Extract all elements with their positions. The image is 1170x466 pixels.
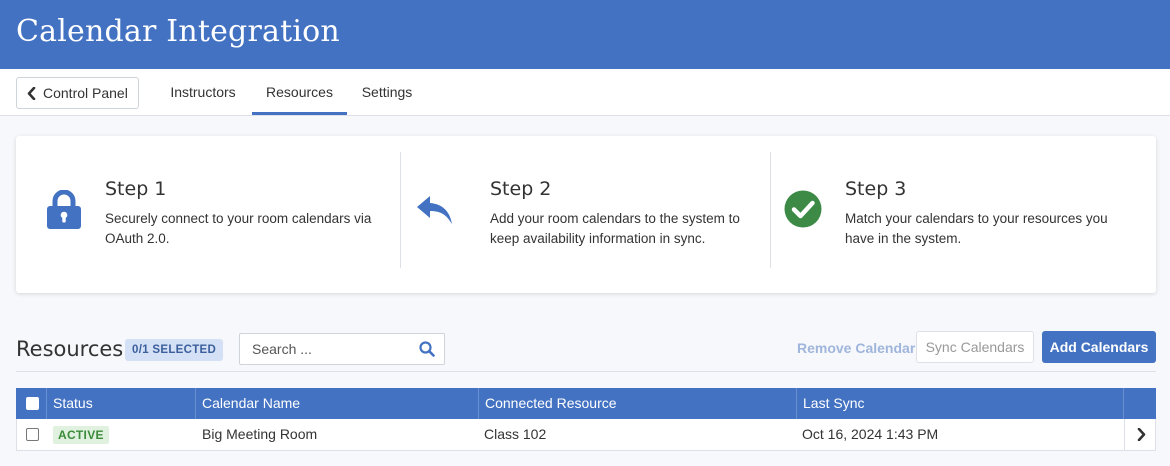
column-header-actions — [1123, 388, 1156, 419]
reply-arrow-icon — [413, 192, 457, 228]
table-header: Status Calendar Name Connected Resource … — [16, 388, 1156, 419]
lock-icon — [44, 189, 84, 231]
search-box — [239, 333, 445, 365]
check-circle-icon — [783, 189, 823, 229]
row-calendar-name: Big Meeting Room — [202, 426, 318, 442]
sync-calendars-button[interactable]: Sync Calendars — [916, 331, 1034, 363]
row-connected-resource: Class 102 — [484, 426, 547, 442]
resources-title: Resources — [16, 337, 124, 361]
column-header-calendar-name[interactable]: Calendar Name — [195, 388, 478, 419]
resources-toolbar: Resources 0/1 SELECTED Remove Calendar S… — [16, 328, 1156, 372]
chevron-right-icon — [1137, 428, 1146, 441]
remove-calendar-button[interactable]: Remove Calendar — [797, 340, 915, 356]
status-badge: ACTIVE — [53, 426, 109, 445]
steps-card: Step 1 Securely connect to your room cal… — [16, 136, 1156, 293]
row-details-button[interactable] — [1124, 419, 1157, 450]
tab-instructors[interactable]: Instructors — [158, 69, 248, 115]
row-checkbox[interactable] — [26, 428, 39, 441]
step-2-description: Add your room calendars to the system to… — [490, 211, 740, 246]
page-title: Calendar Integration — [16, 14, 340, 49]
row-last-sync: Oct 16, 2024 1:43 PM — [802, 426, 939, 442]
table-row[interactable]: ACTIVE Big Meeting Room Class 102 Oct 16… — [16, 419, 1156, 451]
back-button-label: Control Panel — [43, 85, 128, 101]
app-header: Calendar Integration — [0, 0, 1170, 69]
step-3: Step 3 Match your calendars to your reso… — [771, 136, 1156, 293]
row-status-cell: ACTIVE — [47, 419, 197, 450]
add-calendars-button[interactable]: Add Calendars — [1042, 331, 1156, 363]
selected-count-badge: 0/1 SELECTED — [125, 339, 224, 361]
search-icon[interactable] — [419, 341, 435, 357]
column-header-connected-resource[interactable]: Connected Resource — [478, 388, 796, 419]
column-header-status[interactable]: Status — [46, 388, 196, 419]
column-header-last-sync[interactable]: Last Sync — [796, 388, 1123, 419]
search-input[interactable] — [240, 334, 410, 364]
back-to-control-panel-button[interactable]: Control Panel — [16, 77, 139, 109]
step-1: Step 1 Securely connect to your room cal… — [16, 136, 400, 293]
tab-settings[interactable]: Settings — [352, 69, 422, 115]
nav-bar: Control Panel Instructors Resources Sett… — [0, 69, 1170, 116]
select-all-checkbox[interactable] — [26, 397, 39, 410]
step-3-title: Step 3 — [845, 178, 907, 200]
step-1-title: Step 1 — [105, 178, 167, 200]
step-2: Step 2 Add your room calendars to the sy… — [401, 136, 785, 293]
chevron-left-icon — [27, 86, 36, 100]
resources-table: Status Calendar Name Connected Resource … — [16, 388, 1156, 451]
select-all-cell — [16, 388, 46, 419]
step-1-description: Securely connect to your room calendars … — [105, 211, 372, 246]
step-3-description: Match your calendars to your resources y… — [845, 211, 1108, 246]
step-2-title: Step 2 — [490, 178, 552, 200]
tab-resources[interactable]: Resources — [252, 69, 347, 115]
